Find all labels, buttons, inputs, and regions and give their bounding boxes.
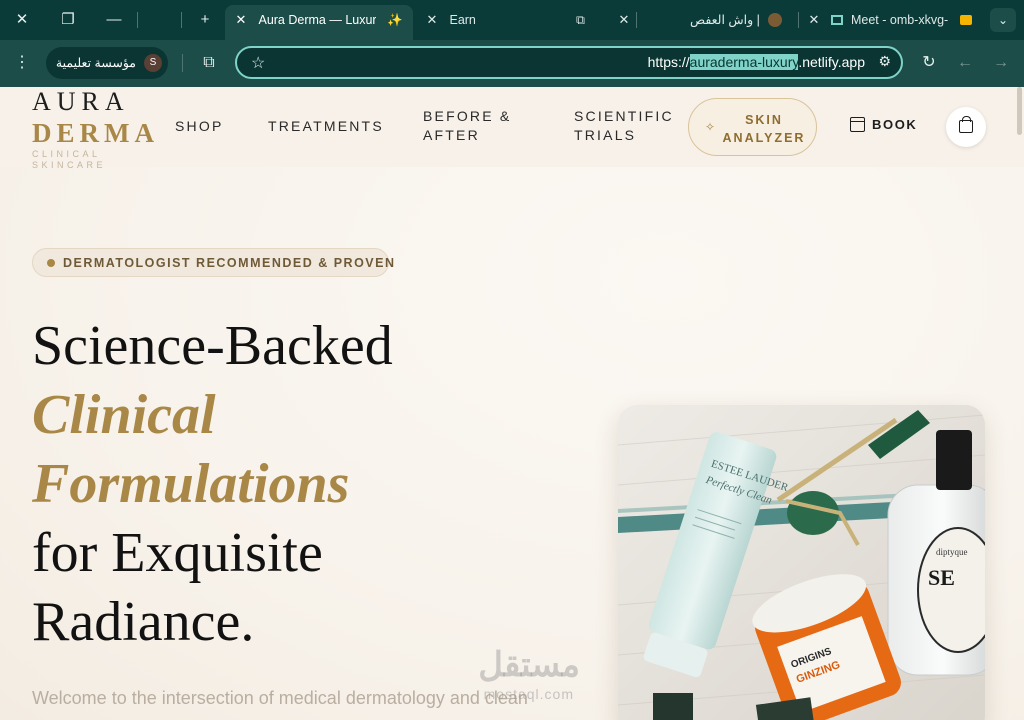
hero-product-photo: ESTEE LAUDER Perfectly Clean SE diptyque…	[618, 405, 985, 720]
web-page: AURA DERMA CLINICAL SKINCARE SHOP TREATM…	[0, 87, 1024, 720]
restore-window-icon[interactable]: ❐	[55, 8, 81, 32]
tab-close-icon[interactable]: ✕	[424, 6, 440, 34]
site-settings-icon[interactable]: ⚙	[878, 53, 891, 70]
cart-button[interactable]	[946, 107, 986, 147]
svg-text:diptyque: diptyque	[936, 547, 968, 557]
tab-earn[interactable]: ✕ Earn ⧉	[420, 6, 632, 34]
back-icon[interactable]: ←	[953, 51, 977, 75]
book-button[interactable]: BOOK	[850, 117, 917, 132]
sparkle-icon: ✧	[705, 120, 716, 134]
bookmark-star-icon[interactable]: ☆	[251, 53, 265, 73]
product-flatlay-illustration: ESTEE LAUDER Perfectly Clean SE diptyque…	[618, 405, 985, 720]
profile-chip[interactable]: S مؤسسة تعليمية	[46, 47, 168, 79]
extensions-icon[interactable]: ⧉	[197, 51, 221, 75]
badge-dot	[47, 259, 55, 267]
nav-shop[interactable]: SHOP	[175, 117, 223, 136]
meet-icon	[831, 15, 844, 25]
profile-label: مؤسسة تعليمية	[55, 56, 136, 70]
tab-close-icon[interactable]: ✕	[233, 5, 249, 35]
recommendation-badge: DERMATOLOGIST RECOMMENDED & PROVEN	[32, 248, 394, 277]
minimize-window-icon[interactable]: —	[101, 8, 127, 32]
tab-search-dropdown[interactable]: ⌄	[990, 8, 1016, 32]
avatar: S	[144, 54, 162, 72]
tab-aura-derma[interactable]: ✕ Aura Derma — Luxury ✨	[225, 5, 413, 40]
logo-aura[interactable]: AURA	[32, 87, 130, 117]
close-window-icon[interactable]: ✕	[9, 8, 35, 32]
site-header: AURA DERMA CLINICAL SKINCARE SHOP TREATM…	[0, 87, 1024, 170]
page-scrollbar[interactable]	[1017, 87, 1022, 135]
menu-kebab-icon[interactable]: ⋮	[10, 51, 34, 75]
tab-close-icon[interactable]: ✕	[616, 6, 632, 34]
puzzle-icon: ⧉	[576, 13, 585, 27]
shopping-bag-icon	[959, 116, 973, 133]
avatar-icon	[768, 13, 782, 27]
tab-arabic[interactable]: ✕ واش العفص |	[608, 6, 798, 34]
mostaql-watermark: مستقل mostaql.com	[478, 646, 580, 702]
skin-analyzer-button[interactable]: ✧ SKIN ANALYZER	[688, 98, 817, 156]
nav-scientific-trials[interactable]: SCIENTIFIC TRIALS	[574, 107, 674, 145]
logo-tagline: CLINICAL SKINCARE	[32, 149, 107, 170]
forward-icon[interactable]: →	[989, 51, 1013, 75]
svg-text:SE: SE	[928, 565, 955, 590]
nav-treatments[interactable]: TREATMENTS	[268, 117, 384, 136]
logo-derma[interactable]: DERMA	[32, 118, 159, 149]
nav-before-after[interactable]: BEFORE & AFTER	[423, 107, 511, 145]
tab-meet[interactable]: ✕ Meet - omb-xkvg-	[800, 6, 980, 34]
calendar-icon	[850, 117, 865, 132]
browser-tab-strip: ✕ ❐ — + ✕ Aura Derma — Luxury ✨ ✕ Earn ⧉…	[0, 0, 1024, 40]
sparkle-icon: ✨	[387, 13, 403, 27]
url-text: https://auraderma-luxury.netlify.app	[647, 54, 865, 70]
hero-headline: Science-Backed Clinical Formulations for…	[32, 315, 393, 653]
reload-icon[interactable]: ↻	[917, 51, 941, 75]
video-camera-icon	[960, 15, 972, 25]
browser-toolbar: ⋮ S مؤسسة تعليمية ⧉ ☆ https://auraderma-…	[0, 40, 1024, 87]
tab-close-icon[interactable]: ✕	[806, 6, 822, 34]
address-bar[interactable]: ☆ https://auraderma-luxury.netlify.app ⚙	[235, 46, 903, 79]
new-tab-icon[interactable]: +	[192, 8, 218, 32]
